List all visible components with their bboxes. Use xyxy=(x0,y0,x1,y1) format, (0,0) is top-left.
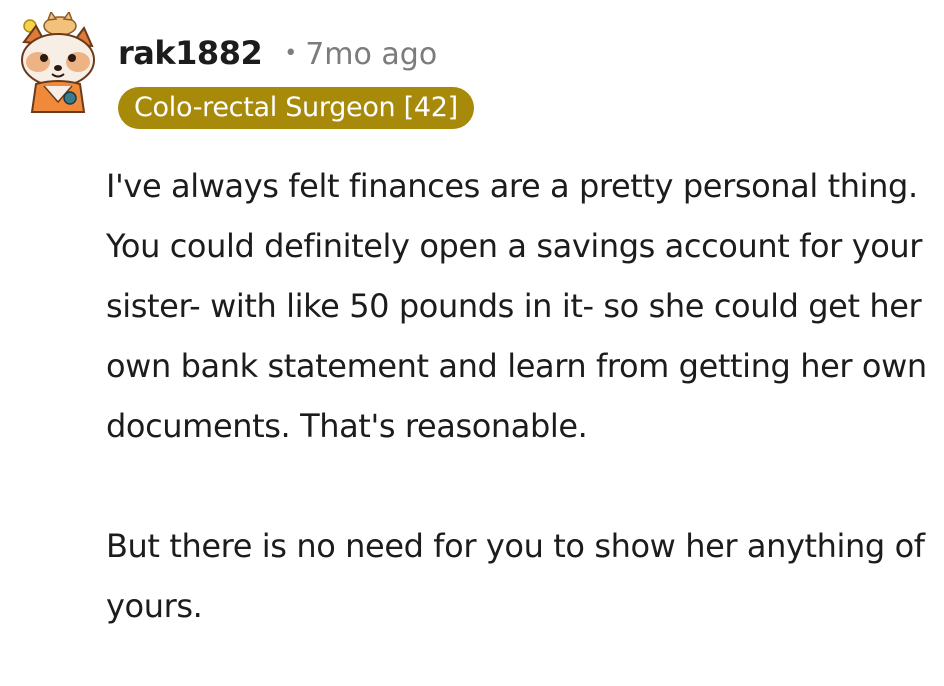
comment-body: I've always felt finances are a pretty p… xyxy=(106,156,936,636)
comment-paragraph: But there is no need for you to show her… xyxy=(106,527,925,625)
timestamp[interactable]: 7mo ago xyxy=(305,37,437,72)
comment-paragraph: I've always felt finances are a pretty p… xyxy=(106,167,927,445)
avatar[interactable] xyxy=(14,10,102,114)
separator-dot: • xyxy=(284,41,298,66)
red-panda-avatar-icon xyxy=(21,10,95,113)
user-flair-badge: Colo-rectal Surgeon [42] xyxy=(118,87,474,129)
username-link[interactable]: rak1882 xyxy=(118,34,263,72)
comment-header: rak1882 • 7mo ago xyxy=(118,34,437,72)
